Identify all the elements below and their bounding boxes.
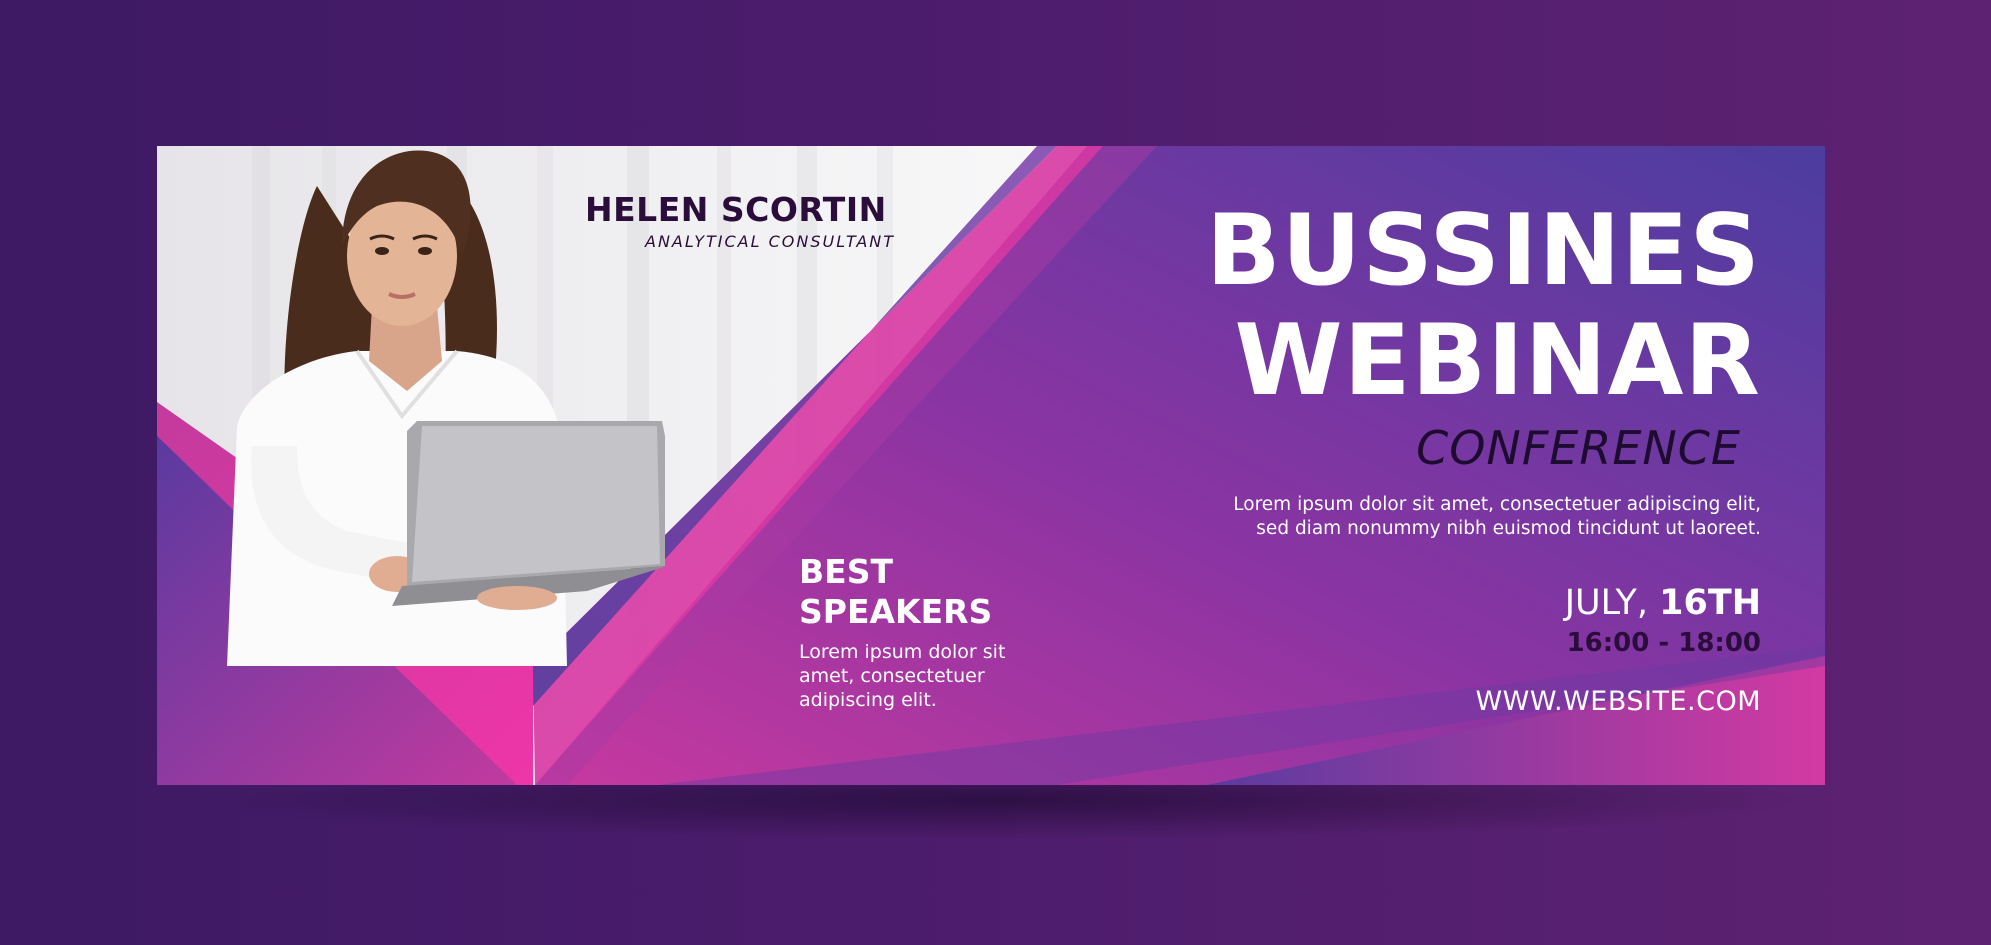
webinar-banner: HELEN SCORTIN ANALYTICAL CONSULTANT BUSS… [157,146,1825,785]
speakers-description: Lorem ipsum dolor sit amet, consectetuer… [799,641,1006,711]
best-speakers-heading: BEST SPEAKERS [799,552,1059,632]
event-time: 16:00 - 18:00 [1566,628,1761,658]
event-description: Lorem ipsum dolor sit amet, consectetuer… [1233,494,1761,539]
event-date-month: JULY, [1564,583,1648,623]
speaker-role: ANALYTICAL CONSULTANT [645,232,896,251]
event-date-day: 16TH [1659,583,1761,623]
event-title-line2: WEBINAR [1234,304,1761,418]
speaker-name: HELEN SCORTIN [585,190,887,229]
best-speakers-line2: SPEAKERS [799,592,993,631]
event-date: JULY, 16TH [1565,586,1761,621]
event-title-line1: BUSSINES [1205,194,1761,308]
website-link[interactable]: WWW.WEBSITE.COM [1475,686,1761,717]
best-speakers-line1: BEST [799,552,893,591]
event-subtitle: CONFERENCE [1416,421,1741,475]
